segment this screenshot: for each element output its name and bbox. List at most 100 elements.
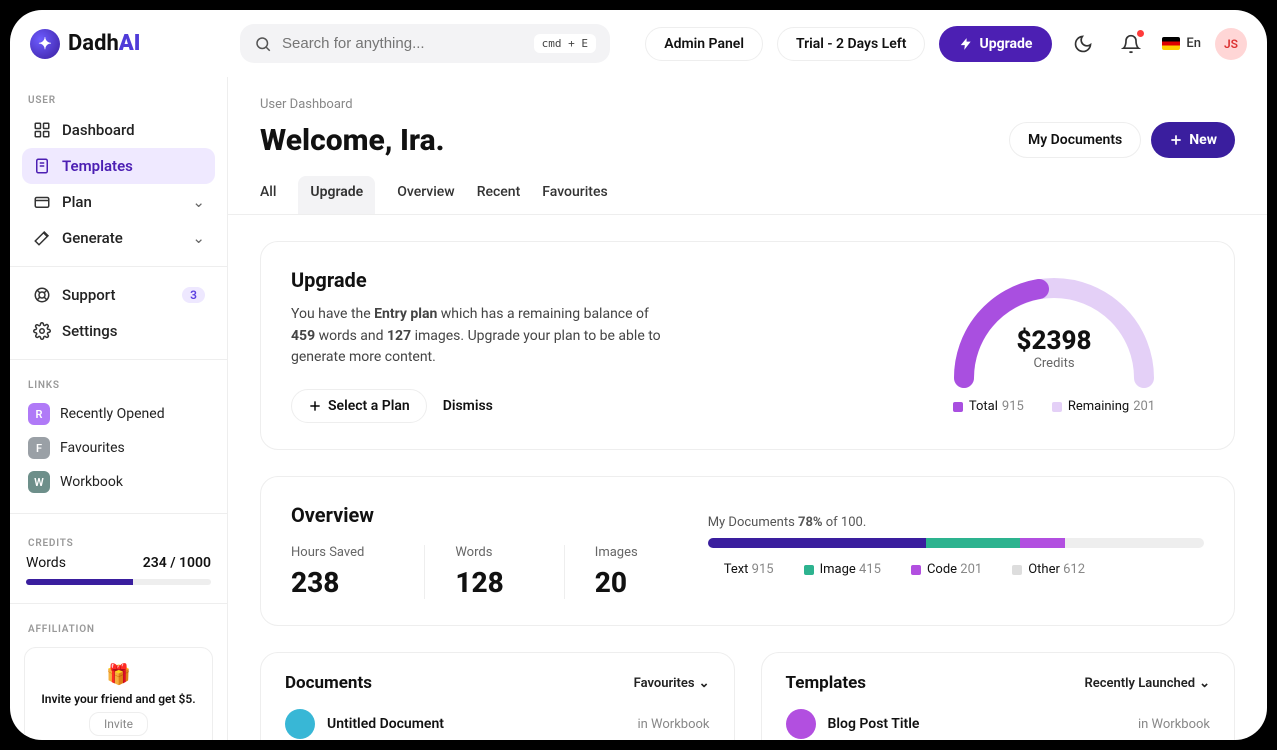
dismiss-button[interactable]: Dismiss	[443, 398, 493, 414]
grid-icon	[32, 120, 52, 140]
template-color-icon	[786, 709, 816, 739]
sidebar-item-settings[interactable]: Settings	[22, 313, 215, 349]
link-letter-icon: F	[28, 437, 50, 459]
credits-row: Words 234 / 1000	[22, 555, 215, 571]
theme-toggle[interactable]	[1066, 27, 1100, 61]
chevron-down-icon: ⌄	[1199, 676, 1210, 691]
tab-overview[interactable]: Overview	[397, 176, 454, 214]
affiliation-card: 🎁 Invite your friend and get $5. Invite	[24, 647, 213, 740]
link-label: Workbook	[60, 474, 123, 490]
upgrade-text: You have the Entry plan which has a rema…	[291, 304, 671, 369]
upgrade-card: Upgrade You have the Entry plan which ha…	[260, 241, 1235, 450]
upgrade-title: Upgrade	[291, 268, 864, 292]
overview-title: Overview	[291, 503, 668, 527]
wand-icon	[32, 228, 52, 248]
upgrade-button[interactable]: Upgrade	[939, 26, 1052, 62]
tab-all[interactable]: All	[260, 176, 276, 214]
logo-text: DadhAI	[68, 31, 140, 56]
tabs: All Upgrade Overview Recent Favourites	[260, 176, 1235, 214]
template-title: Blog Post Title	[828, 716, 920, 732]
link-favourites[interactable]: F Favourites	[22, 431, 215, 465]
document-title: Untitled Document	[327, 716, 444, 732]
search-input[interactable]	[282, 35, 524, 52]
topbar: ✦ DadhAI cmd + E Admin Panel Trial - 2 D…	[10, 10, 1267, 77]
avatar[interactable]: JS	[1215, 28, 1247, 60]
card-icon	[32, 192, 52, 212]
admin-panel-button[interactable]: Admin Panel	[645, 27, 763, 61]
sidebar-item-label: Settings	[62, 322, 118, 340]
documents-panel: Documents Favourites⌄ Untitled Document …	[260, 652, 735, 740]
new-button[interactable]: New	[1151, 122, 1235, 158]
link-workbook[interactable]: W Workbook	[22, 465, 215, 499]
moon-icon	[1073, 34, 1093, 54]
sidebar-section-links: LINKS	[22, 370, 215, 397]
templates-dropdown[interactable]: Recently Launched⌄	[1084, 676, 1210, 691]
sidebar-section-user: USER	[22, 85, 215, 112]
life-ring-icon	[32, 285, 52, 305]
search-shortcut: cmd + E	[534, 34, 596, 53]
affiliation-text: Invite your friend and get $5.	[35, 692, 202, 706]
templates-title: Templates	[786, 673, 867, 693]
mydocs-label: My Documents 78% of 100.	[708, 515, 1204, 530]
sidebar-item-label: Templates	[62, 157, 133, 175]
sidebar-item-label: Plan	[62, 193, 92, 211]
language-selector[interactable]: En	[1162, 27, 1201, 61]
logo[interactable]: ✦ DadhAI	[30, 29, 226, 59]
overview-card: Overview Hours Saved 238 Words 128	[260, 476, 1235, 626]
chevron-down-icon: ⌄	[192, 229, 205, 247]
my-documents-button[interactable]: My Documents	[1009, 122, 1141, 158]
tab-recent[interactable]: Recent	[477, 176, 521, 214]
tab-upgrade[interactable]: Upgrade	[298, 176, 375, 214]
template-item[interactable]: Blog Post Title in Workbook	[786, 709, 1211, 739]
trial-badge[interactable]: Trial - 2 Days Left	[777, 27, 925, 61]
sidebar-item-label: Generate	[62, 229, 123, 247]
tab-favourites[interactable]: Favourites	[542, 176, 607, 214]
document-item[interactable]: Untitled Document in Workbook	[285, 709, 710, 739]
breadcrumb: User Dashboard	[260, 97, 1235, 112]
doc-color-icon	[285, 709, 315, 739]
sidebar: USER Dashboard Templates Plan ⌄ Generate…	[10, 77, 228, 740]
docs-segment-bar	[708, 538, 1204, 548]
sidebar-item-support[interactable]: Support 3	[22, 277, 215, 313]
documents-dropdown[interactable]: Favourites⌄	[634, 676, 710, 691]
template-meta: in Workbook	[1138, 717, 1210, 732]
documents-title: Documents	[285, 673, 372, 693]
link-label: Favourites	[60, 440, 125, 456]
templates-panel: Templates Recently Launched⌄ Blog Post T…	[761, 652, 1236, 740]
chevron-down-icon: ⌄	[699, 676, 710, 691]
link-recently-opened[interactable]: R Recently Opened	[22, 397, 215, 431]
sidebar-item-plan[interactable]: Plan ⌄	[22, 184, 215, 220]
main-content: User Dashboard Welcome, Ira. My Document…	[228, 77, 1267, 740]
link-letter-icon: W	[28, 471, 50, 493]
docs-legend: Text 915 Image 415 Code 201 Other 612	[708, 562, 1204, 577]
logo-mark-icon: ✦	[30, 29, 60, 59]
chevron-down-icon: ⌄	[192, 193, 205, 211]
sidebar-section-affiliation: AFFILIATION	[22, 614, 215, 641]
stat-hours: Hours Saved 238	[291, 545, 394, 599]
gauge-value: $2398	[944, 326, 1164, 356]
select-plan-button[interactable]: Select a Plan	[291, 389, 427, 423]
document-meta: in Workbook	[637, 717, 709, 732]
page-title: Welcome, Ira.	[260, 123, 445, 158]
bolt-icon	[959, 37, 973, 51]
sidebar-item-label: Dashboard	[62, 121, 135, 139]
search-box[interactable]: cmd + E	[240, 24, 610, 63]
sidebar-section-credits: CREDITS	[22, 528, 215, 555]
sidebar-item-dashboard[interactable]: Dashboard	[22, 112, 215, 148]
sidebar-item-label: Support	[62, 286, 115, 304]
notifications-button[interactable]	[1114, 27, 1148, 61]
invite-button[interactable]: Invite	[89, 712, 148, 736]
sidebar-item-generate[interactable]: Generate ⌄	[22, 220, 215, 256]
link-letter-icon: R	[28, 403, 50, 425]
gauge-label: Credits	[944, 356, 1164, 371]
support-badge: 3	[182, 287, 205, 303]
link-label: Recently Opened	[60, 406, 165, 422]
plus-icon	[1169, 133, 1183, 147]
search-icon	[254, 35, 272, 53]
gauge-legend: Total915 Remaining201	[904, 399, 1204, 414]
doc-icon	[32, 156, 52, 176]
credits-gauge: $2398 Credits	[944, 268, 1164, 383]
stat-words: Words 128	[424, 545, 533, 599]
sidebar-item-templates[interactable]: Templates	[22, 148, 215, 184]
stat-images: Images 20	[564, 545, 668, 599]
